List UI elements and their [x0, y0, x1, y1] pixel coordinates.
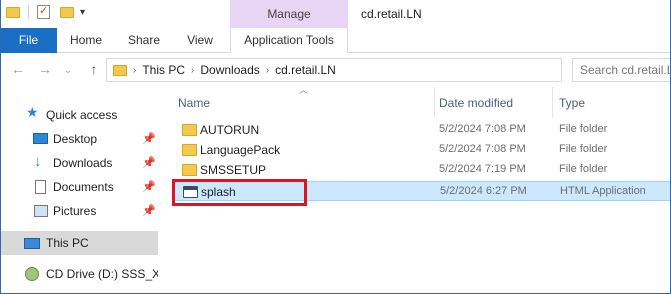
address-bar[interactable]: › This PC › Downloads › cd.retail.LN — [106, 58, 562, 82]
column-divider[interactable] — [552, 87, 553, 117]
nav-item-this-pc[interactable]: This PC — [0, 231, 158, 255]
computer-icon — [24, 238, 40, 252]
file-row-smssetup[interactable]: SMSSETUP 5/2/2024 7:19 PM File folder — [174, 160, 671, 180]
ribbon-tabs: File Home Share View Application Tools — [0, 28, 671, 53]
pin-icon: 📌 — [142, 133, 156, 145]
file-name: LanguagePack — [200, 143, 281, 157]
breadcrumb-this-pc[interactable]: This PC — [142, 63, 185, 77]
nav-item-label: Quick access — [46, 108, 118, 122]
tab-application-tools[interactable]: Application Tools — [230, 28, 348, 53]
nav-item-desktop[interactable]: Desktop 📌 — [0, 127, 158, 151]
search-input[interactable]: Search cd.retail.LN — [572, 58, 671, 82]
document-icon — [35, 180, 51, 194]
file-type: HTML Application — [560, 185, 646, 197]
nav-item-label: Downloads — [53, 156, 113, 170]
annotation-highlight-box — [172, 179, 307, 206]
download-arrow-icon: ↓ — [34, 153, 42, 170]
cd-drive-icon — [25, 267, 41, 281]
nav-item-pictures[interactable]: Pictures 📌 — [0, 199, 158, 223]
column-divider[interactable] — [434, 87, 435, 117]
nav-item-quick-access[interactable]: ★ Quick access — [0, 103, 158, 127]
desktop-icon — [33, 133, 49, 147]
quick-access-toolbar: ▾ — [6, 4, 85, 19]
chevron-right-icon[interactable]: › — [133, 65, 136, 76]
nav-item-label: This PC — [46, 236, 89, 250]
tab-view[interactable]: View — [176, 28, 224, 53]
file-date: 5/2/2024 7:08 PM — [439, 143, 526, 155]
folder-icon — [113, 64, 127, 76]
nav-item-label: Documents — [53, 180, 114, 194]
navigation-pane: ★ Quick access Desktop 📌 ↓ Downloads 📌 D… — [0, 87, 173, 294]
file-row-autorun[interactable]: AUTORUN 5/2/2024 7:08 PM File folder — [174, 120, 671, 140]
customize-toolbar-dropdown-icon[interactable]: ▾ — [80, 7, 85, 18]
column-header-name[interactable]: Name — [178, 91, 210, 115]
file-date: 5/2/2024 7:19 PM — [439, 163, 526, 175]
recent-locations-chevron-icon[interactable]: ⌄ — [60, 65, 76, 76]
file-type: File folder — [559, 143, 608, 155]
pin-icon: 📌 — [142, 205, 156, 217]
breadcrumb-current-folder[interactable]: cd.retail.LN — [275, 63, 336, 77]
pin-icon: 📌 — [142, 157, 156, 169]
manage-context-tab[interactable]: Manage — [230, 0, 348, 28]
chevron-right-icon[interactable]: › — [191, 65, 194, 76]
window-title: cd.retail.LN — [361, 7, 422, 21]
toolbar-separator — [28, 5, 29, 19]
column-header-date-modified[interactable]: Date modified — [439, 91, 513, 115]
nav-item-downloads[interactable]: ↓ Downloads 📌 — [0, 151, 158, 175]
tab-share[interactable]: Share — [120, 28, 168, 53]
folder-icon — [182, 164, 197, 176]
folder-icon — [182, 124, 197, 136]
file-date: 5/2/2024 6:27 PM — [440, 185, 527, 197]
nav-item-label: CD Drive (D:) SSS_X64 — [46, 267, 174, 281]
forward-arrow-icon[interactable]: → — [37, 61, 53, 77]
nav-item-label: Desktop — [53, 132, 98, 146]
up-arrow-icon[interactable]: ↑ — [86, 61, 102, 77]
tab-file[interactable]: File — [0, 28, 57, 53]
breadcrumb-downloads[interactable]: Downloads — [200, 63, 259, 77]
properties-icon[interactable] — [37, 4, 50, 19]
chevron-right-icon[interactable]: › — [266, 65, 269, 76]
file-date: 5/2/2024 7:08 PM — [439, 123, 526, 135]
file-type: File folder — [559, 123, 608, 135]
tab-home[interactable]: Home — [62, 28, 110, 53]
navigation-bar: ← → ⌄ ↑ › This PC › Downloads › cd.retai… — [0, 53, 671, 87]
title-bar: ▾ Manage cd.retail.LN — [0, 0, 671, 28]
file-name: AUTORUN — [200, 123, 260, 137]
nav-item-label: Pictures — [53, 204, 97, 218]
folder-icon — [182, 144, 197, 156]
file-name: SMSSETUP — [200, 163, 267, 177]
pictures-icon — [34, 205, 50, 219]
nav-item-documents[interactable]: Documents 📌 — [0, 175, 158, 199]
back-arrow-icon[interactable]: ← — [10, 61, 26, 77]
nav-item-cd-drive[interactable]: CD Drive (D:) SSS_X64 — [0, 262, 173, 286]
pin-icon: 📌 — [142, 181, 156, 193]
new-folder-icon[interactable] — [60, 6, 74, 18]
sort-ascending-icon: ︿ — [299, 85, 309, 95]
folder-icon — [6, 6, 20, 18]
file-type: File folder — [559, 163, 608, 175]
file-row-languagepack[interactable]: LanguagePack 5/2/2024 7:08 PM File folde… — [174, 140, 671, 160]
column-header-type[interactable]: Type — [559, 91, 585, 115]
star-icon: ★ — [26, 104, 39, 120]
